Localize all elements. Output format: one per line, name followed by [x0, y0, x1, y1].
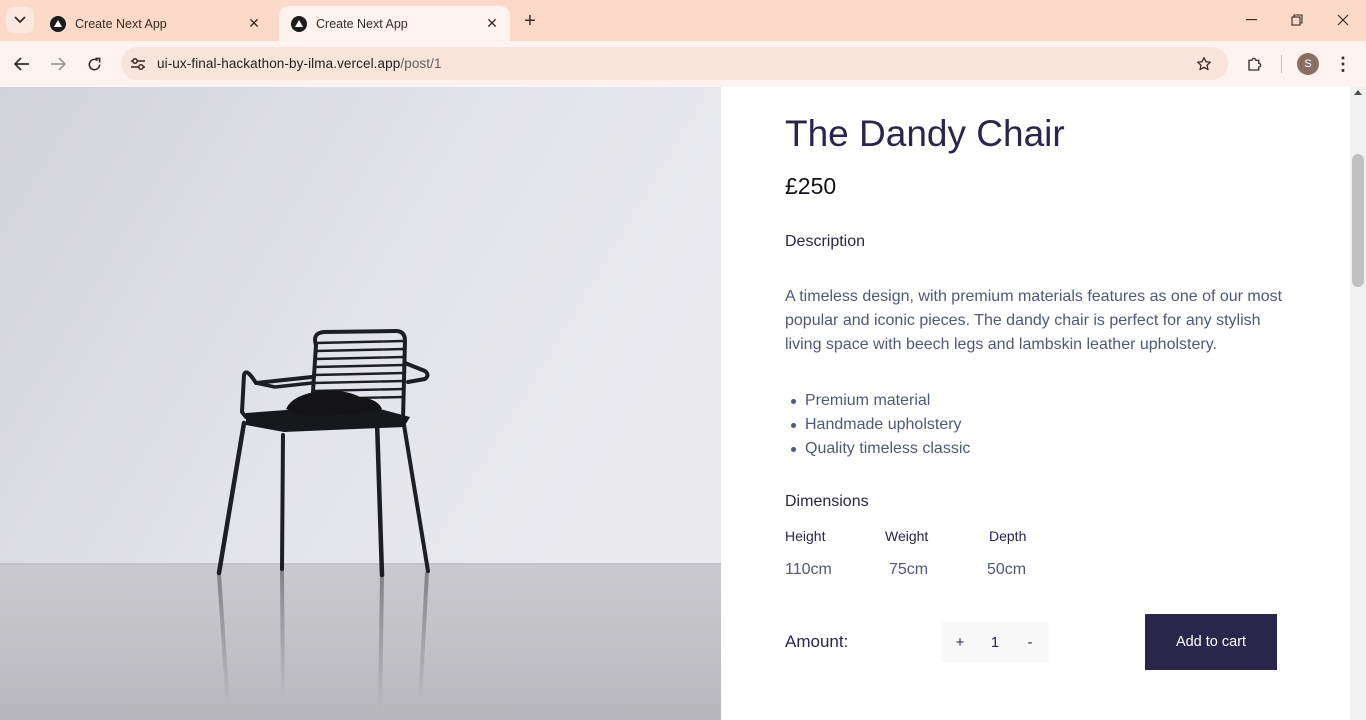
feature-item: Premium material	[785, 389, 970, 413]
new-tab-button[interactable]: +	[518, 9, 542, 33]
url-text[interactable]: ui-ux-final-hackathon-by-ilma.vercel.app…	[157, 56, 442, 71]
dimension-value-weight: 75cm	[889, 561, 929, 578]
browser-menu-icon[interactable]: ⋮	[1331, 50, 1355, 78]
nextjs-favicon-icon	[50, 15, 66, 32]
restore-icon	[1291, 14, 1303, 26]
address-bar[interactable]: ui-ux-final-hackathon-by-ilma.vercel.app…	[121, 47, 1228, 80]
product-image	[0, 87, 721, 720]
toolbar-divider	[1281, 55, 1282, 73]
page-viewport: The Dandy Chair £250 Description A timel…	[0, 87, 1350, 720]
add-to-cart-button[interactable]: Add to cart	[1145, 614, 1277, 670]
product-title: The Dandy Chair	[785, 113, 1065, 154]
feature-item: Quality timeless classic	[785, 437, 970, 461]
scroll-up-arrow-icon[interactable]	[1354, 90, 1362, 95]
tab-strip: Create Next App ✕ Create Next App ✕ +	[0, 0, 1366, 41]
back-button[interactable]	[8, 50, 36, 78]
tab-active[interactable]: Create Next App ✕	[279, 6, 510, 41]
dimension-label-weight: Weight	[885, 528, 929, 544]
extensions-button[interactable]	[1241, 50, 1269, 78]
arrow-right-icon	[51, 57, 66, 71]
dimension-label-depth: Depth	[989, 528, 1027, 544]
arrow-left-icon	[14, 57, 29, 71]
close-icon	[1337, 14, 1349, 26]
chair-photo-image	[0, 87, 721, 720]
url-path: /post/1	[400, 56, 442, 71]
reload-icon	[88, 57, 100, 70]
minimize-button[interactable]	[1228, 0, 1274, 40]
url-host: ui-ux-final-hackathon-by-ilma.vercel.app	[157, 56, 401, 71]
product-price: £250	[785, 173, 837, 199]
dimension-value-depth: 50cm	[987, 561, 1027, 578]
chevron-down-icon	[14, 16, 26, 24]
description-heading: Description	[785, 233, 866, 250]
bookmark-button[interactable]	[1192, 52, 1216, 76]
restore-button[interactable]	[1274, 0, 1320, 40]
close-tab-icon[interactable]: ✕	[246, 15, 262, 32]
minimize-icon	[1245, 19, 1257, 21]
product-description: A timeless design, with premium material…	[785, 288, 1283, 353]
amount-label: Amount:	[785, 632, 849, 651]
quantity-stepper: + 1 -	[941, 622, 1049, 662]
close-window-button[interactable]	[1320, 0, 1366, 40]
scrollbar-thumb[interactable]	[1352, 154, 1364, 287]
feature-item: Handmade upholstery	[785, 413, 970, 437]
tab-inactive[interactable]: Create Next App ✕	[38, 6, 272, 41]
profile-avatar[interactable]: S	[1297, 53, 1319, 75]
forward-button[interactable]	[44, 50, 72, 78]
nextjs-favicon-icon	[291, 15, 307, 32]
site-info-button[interactable]	[123, 49, 153, 79]
tab-search-button[interactable]	[6, 7, 34, 33]
dimensions-heading: Dimensions	[785, 493, 869, 510]
dimension-label-height: Height	[785, 528, 826, 544]
tab-title: Create Next App	[75, 16, 167, 31]
tune-icon	[131, 57, 145, 70]
page-scrollbar[interactable]	[1350, 87, 1366, 720]
browser-toolbar: ui-ux-final-hackathon-by-ilma.vercel.app…	[0, 41, 1366, 87]
feature-list: Premium material Handmade upholstery Qua…	[785, 389, 970, 461]
quantity-value: 1	[990, 633, 1000, 651]
tab-title: Create Next App	[316, 16, 408, 31]
increment-button[interactable]: +	[941, 622, 979, 662]
puzzle-icon	[1248, 57, 1262, 71]
star-icon	[1197, 57, 1211, 71]
decrement-button[interactable]: -	[1011, 622, 1049, 662]
reload-button[interactable]	[80, 50, 108, 78]
dimension-value-height: 110cm	[785, 561, 832, 578]
close-tab-icon[interactable]: ✕	[484, 15, 500, 32]
